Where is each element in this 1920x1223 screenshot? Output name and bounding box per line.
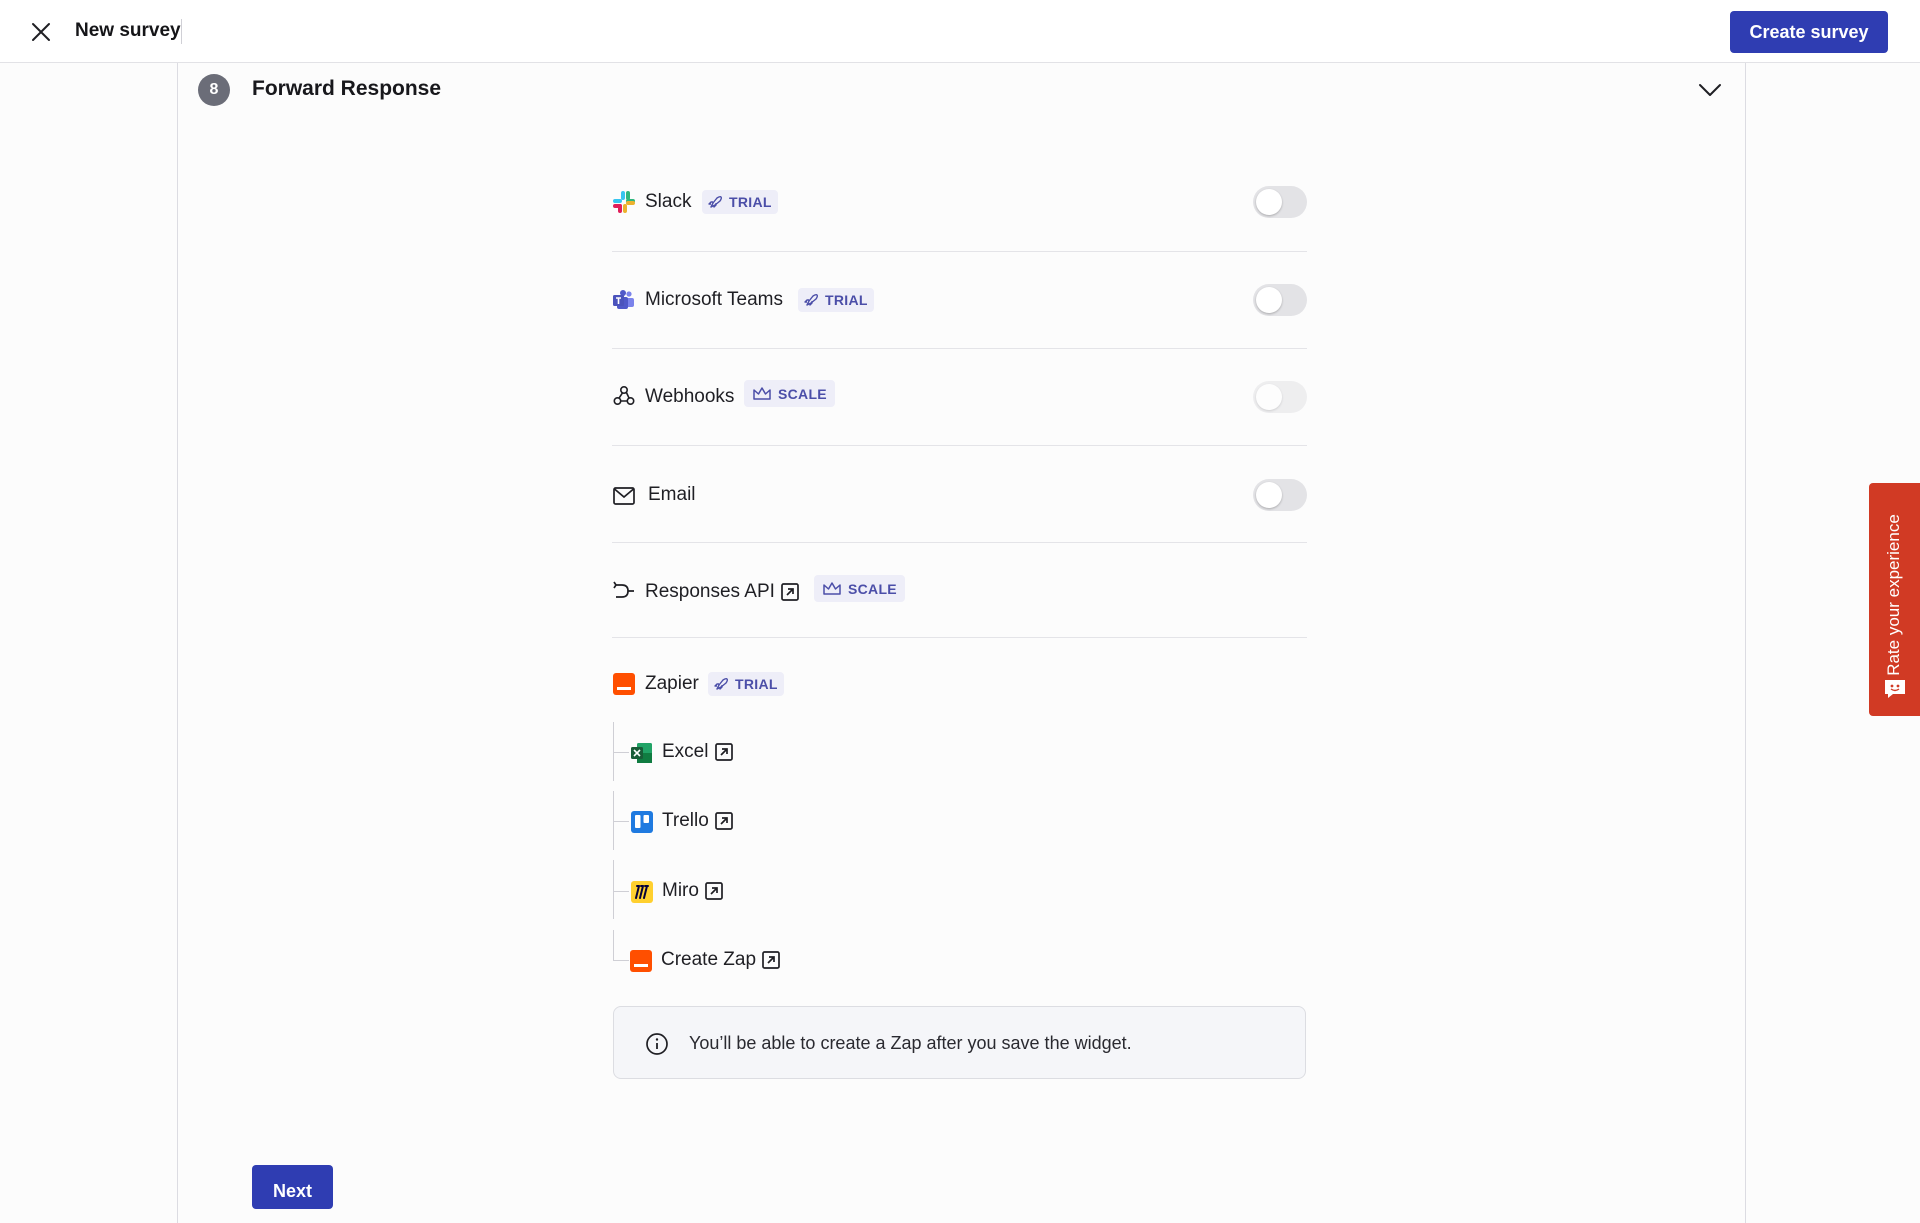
zapier-item-create-zap[interactable]: Create Zap — [629, 945, 929, 975]
zapier-item-miro[interactable]: Miro — [629, 876, 929, 906]
rocket-icon — [708, 195, 723, 208]
integration-row-zapier: Zapier TRIAL — [612, 667, 1307, 701]
integration-row-slack: Slack TRIAL — [612, 185, 1307, 219]
integration-label-webhooks: Webhooks — [645, 386, 735, 407]
integration-row-microsoft-teams: Microsoft Teams TRIAL — [612, 283, 1307, 317]
external-link-icon[interactable] — [714, 742, 734, 762]
trial-badge: TRIAL — [702, 190, 778, 214]
scale-badge: SCALE — [744, 380, 835, 407]
row-divider — [612, 251, 1307, 252]
badge-label: SCALE — [848, 580, 897, 597]
webhooks-toggle[interactable] — [1253, 381, 1307, 413]
scale-badge: SCALE — [814, 575, 905, 602]
slack-icon — [612, 190, 636, 214]
info-icon — [645, 1032, 669, 1056]
row-divider — [612, 637, 1307, 638]
microsoft-teams-icon — [612, 288, 636, 312]
external-link-icon[interactable] — [780, 582, 800, 602]
slack-toggle[interactable] — [1253, 186, 1307, 218]
email-toggle[interactable] — [1253, 479, 1307, 511]
trello-icon — [630, 810, 654, 834]
zapier-item-trello[interactable]: Trello — [629, 806, 929, 836]
rocket-icon — [714, 677, 729, 690]
tree-connector — [613, 930, 614, 960]
excel-icon — [630, 741, 654, 765]
create-survey-button[interactable]: Create survey — [1730, 11, 1888, 53]
create-zap-label: Create Zap — [661, 949, 757, 970]
miro-label: Miro — [662, 880, 699, 901]
integration-label-slack: Slack — [645, 191, 692, 212]
tree-branch — [613, 821, 629, 822]
tree-branch — [613, 960, 629, 961]
integration-label-email: Email — [648, 484, 696, 505]
page-title: New survey — [75, 20, 181, 41]
trial-badge: TRIAL — [708, 672, 784, 696]
external-link-icon[interactable] — [761, 950, 781, 970]
integration-row-webhooks: Webhooks SCALE — [612, 380, 1307, 414]
next-button[interactable]: Next — [252, 1165, 333, 1209]
badge-label: SCALE — [778, 385, 827, 402]
badge-label: TRIAL — [735, 676, 778, 692]
mail-icon — [612, 484, 636, 508]
feedback-tab-label: Rate your experience — [1884, 514, 1903, 676]
crown-icon — [823, 581, 841, 595]
rate-experience-tab[interactable]: Rate your experience — [1869, 483, 1920, 716]
rocket-icon — [804, 293, 819, 306]
row-divider — [612, 348, 1307, 349]
integration-row-responses-api: Responses API SCALE — [612, 575, 1307, 609]
excel-label: Excel — [662, 741, 709, 762]
section-title: Forward Response — [252, 77, 442, 100]
microsoft-teams-toggle[interactable] — [1253, 284, 1307, 316]
zapier-icon — [629, 949, 653, 973]
zapier-item-excel[interactable]: Excel — [629, 737, 929, 767]
miro-icon — [630, 880, 654, 904]
step-number-badge: 8 — [198, 74, 230, 106]
info-callout: You’ll be able to create a Zap after you… — [613, 1006, 1306, 1079]
tree-connector — [613, 860, 614, 919]
zapier-item-label: Create Zap — [661, 949, 781, 971]
zapier-item-label: Excel — [662, 741, 734, 763]
chat-face-icon — [1883, 678, 1907, 700]
responses-api-label: Responses API — [645, 581, 775, 602]
zapier-item-label: Trello — [662, 810, 734, 832]
badge-label: TRIAL — [729, 194, 772, 210]
zapier-icon — [612, 672, 636, 696]
webhooks-icon — [612, 384, 636, 408]
badge-label: TRIAL — [825, 292, 868, 308]
crown-icon — [753, 386, 771, 400]
row-divider — [612, 542, 1307, 543]
tree-branch — [613, 752, 629, 753]
close-icon[interactable] — [28, 19, 54, 45]
row-divider — [612, 445, 1307, 446]
trello-label: Trello — [662, 810, 709, 831]
chevron-down-icon[interactable] — [1697, 80, 1723, 100]
api-icon — [612, 579, 636, 603]
integration-label-zapier: Zapier — [645, 673, 699, 694]
external-link-icon[interactable] — [714, 811, 734, 831]
integration-label-microsoft-teams: Microsoft Teams — [645, 289, 783, 310]
top-bar: New survey Create survey — [0, 0, 1920, 63]
tree-branch — [613, 891, 629, 892]
zapier-item-label: Miro — [662, 880, 724, 902]
external-link-icon[interactable] — [704, 881, 724, 901]
integration-label-responses-api: Responses API — [645, 581, 800, 603]
info-text: You’ll be able to create a Zap after you… — [689, 1033, 1132, 1053]
trial-badge: TRIAL — [798, 288, 874, 312]
integration-row-email: Email — [612, 478, 1307, 512]
title-divider — [181, 19, 182, 44]
